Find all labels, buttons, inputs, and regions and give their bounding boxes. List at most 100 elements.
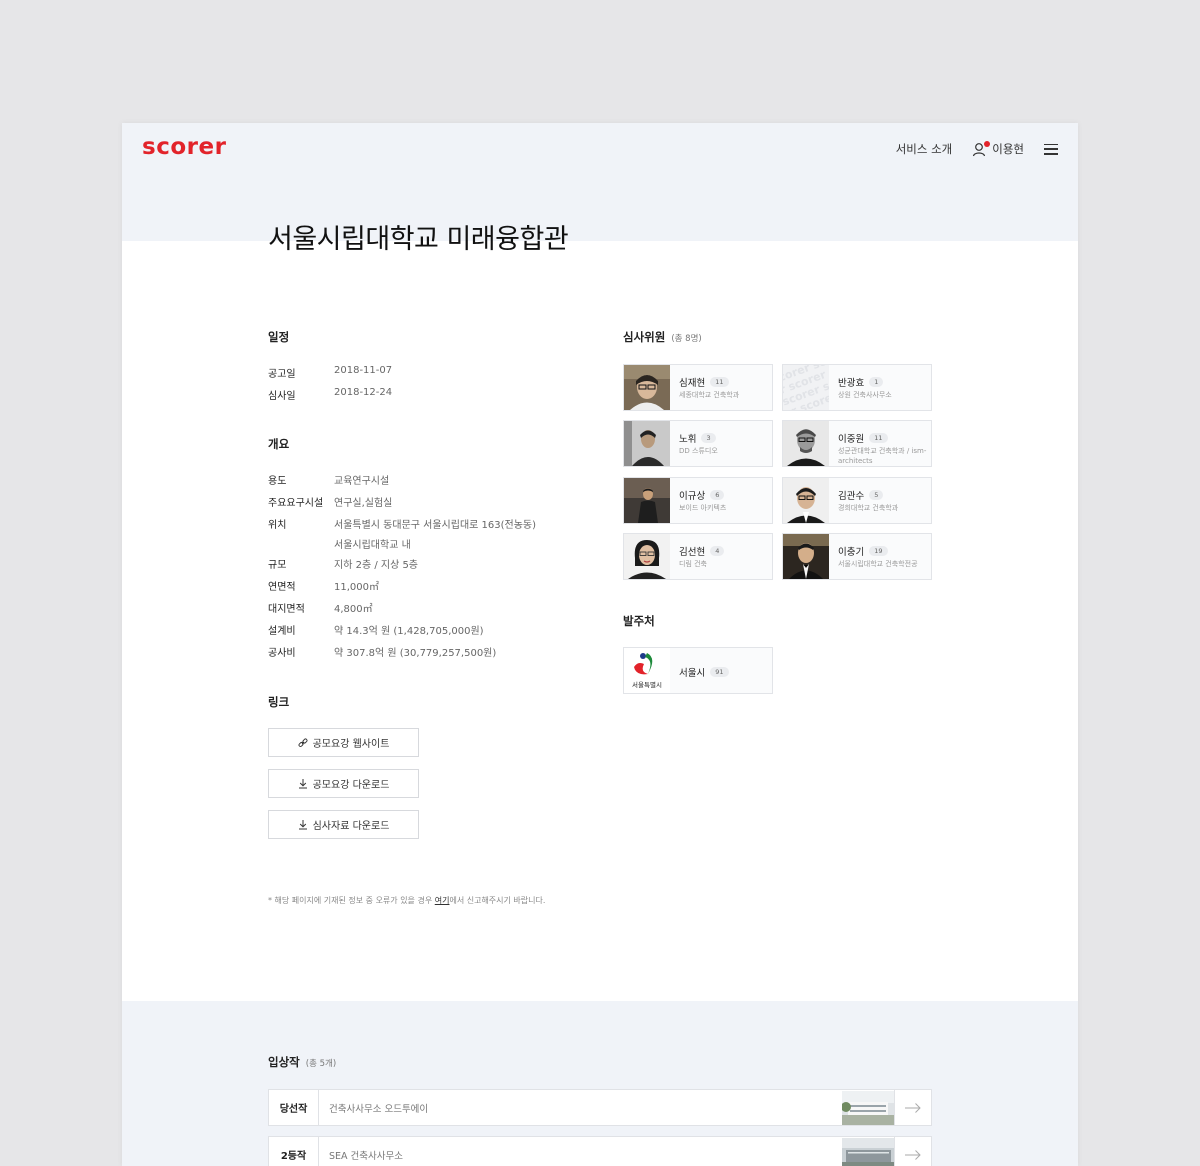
page-frame: scorer 서비스 소개 이용현 서울시립대학교 미래융합관 일정 공고일 2… xyxy=(122,123,1078,1166)
schedule-label: 공고일 xyxy=(268,369,296,380)
design-fee-label: 설계비 xyxy=(268,626,296,637)
jury-heading-label: 심사위원 xyxy=(623,330,666,344)
arrow-right-icon[interactable] xyxy=(894,1137,931,1166)
juror-name: 김선현 xyxy=(679,547,706,558)
juror-name-wrap: 이규상 6 xyxy=(679,488,725,502)
notification-dot xyxy=(984,140,991,147)
overview-row: 대지면적 4,800㎡ xyxy=(268,600,373,615)
report-link[interactable]: 여기 xyxy=(435,896,450,905)
links-heading: 링크 xyxy=(268,695,290,709)
juror-affiliation: 세종대학교 건축학과 xyxy=(679,391,740,399)
juror-photo xyxy=(624,365,670,410)
client-name-wrap: 서울시 91 xyxy=(679,665,729,679)
juror-name-wrap: 이충기 19 xyxy=(838,544,888,558)
scorer-logo[interactable]: scorer xyxy=(142,134,226,160)
jury-card[interactable]: 이충기 19 서울시립대학교 건축학전공 xyxy=(782,533,932,580)
juror-affiliation: 경희대학교 건축학과 xyxy=(838,504,899,512)
award-office: 건축사사무소 오드투에이 xyxy=(329,1104,429,1115)
location-value: 서울특별시 동대문구 서울시립대로 163(전농동) 서울시립대학교 내 xyxy=(334,516,536,551)
juror-name: 반광효 xyxy=(838,378,865,389)
download-review-label: 심사자료 다운로드 xyxy=(312,821,390,832)
scale-value: 지하 2층 / 지상 5층 xyxy=(334,560,419,571)
juror-name: 심재현 xyxy=(679,378,706,389)
juror-photo xyxy=(783,478,829,523)
award-row[interactable]: 당선작 건축사사무소 오드투에이 xyxy=(268,1089,932,1126)
notice-text: * 해당 페이지에 기재된 정보 중 오류가 있을 경우 xyxy=(268,896,435,905)
juror-name: 이충기 xyxy=(838,547,865,558)
jury-card[interactable]: 김관수 5 경희대학교 건축학과 xyxy=(782,477,932,524)
jury-card[interactable]: 김선현 4 디림 건축 xyxy=(623,533,773,580)
overview-row: 주요요구시설 연구실,실험실 xyxy=(268,494,392,509)
awards-total: (총 5개) xyxy=(305,1059,337,1069)
client-card[interactable]: 서울특별시 서울시 91 xyxy=(623,647,773,694)
juror-affiliation: DD 스튜디오 xyxy=(679,447,718,455)
use-value: 교육연구시설 xyxy=(334,476,390,487)
jury-card[interactable]: scorer scoer scorerscorer screr score 반광… xyxy=(782,364,932,411)
juror-name-wrap: 심재현 11 xyxy=(679,375,729,389)
juror-name-wrap: 이중원 11 xyxy=(838,431,888,445)
overview-row: 공사비 약 307.8억 원 (30,779,257,500원) xyxy=(268,644,496,659)
download-icon xyxy=(298,778,308,789)
jury-card[interactable]: 이규상 6 보이드 아키텍츠 xyxy=(623,477,773,524)
hamburger-menu-icon[interactable] xyxy=(1044,143,1058,155)
awards-heading-label: 입상작 xyxy=(268,1055,300,1069)
guide-website-button[interactable]: 공모요강 웹사이트 xyxy=(268,728,419,757)
overview-heading: 개요 xyxy=(268,437,290,451)
award-thumbnail xyxy=(842,1138,895,1166)
download-guide-label: 공모요강 다운로드 xyxy=(312,780,390,791)
juror-photo xyxy=(624,421,670,466)
scale-label: 규모 xyxy=(268,560,287,571)
notice-text-end: 에서 신고해주시기 바랍니다. xyxy=(449,896,546,905)
juror-count-badge: 11 xyxy=(869,433,888,443)
juror-name: 김관수 xyxy=(838,491,865,502)
location-label: 위치 xyxy=(268,520,287,531)
download-review-button[interactable]: 심사자료 다운로드 xyxy=(268,810,419,839)
award-office: SEA 건축사사무소 xyxy=(329,1151,403,1162)
juror-count-badge: 6 xyxy=(710,490,725,500)
juror-affiliation: 서울시립대학교 건축학전공 xyxy=(838,560,918,568)
juror-photo xyxy=(783,534,829,579)
schedule-value: 2018-12-24 xyxy=(334,387,393,398)
juror-name-wrap: 김관수 5 xyxy=(838,488,884,502)
location-line2: 서울시립대학교 내 xyxy=(334,540,411,551)
jury-total: (총 8명) xyxy=(671,334,702,344)
guide-website-label: 공모요강 웹사이트 xyxy=(312,739,390,750)
overview-row: 설계비 약 14.3억 원 (1,428,705,000원) xyxy=(268,622,484,637)
juror-name: 노휘 xyxy=(679,434,697,445)
location-line1: 서울특별시 동대문구 서울시립대로 163(전농동) xyxy=(334,520,537,531)
user-menu[interactable]: 이용현 xyxy=(972,140,1024,157)
schedule-label: 심사일 xyxy=(268,391,296,402)
schedule-row: 심사일 2018-12-24 xyxy=(268,387,392,402)
award-row[interactable]: 2등작 SEA 건축사사무소 xyxy=(268,1136,932,1166)
download-icon xyxy=(298,819,308,830)
floor-area-label: 연면적 xyxy=(268,582,296,593)
client-count-badge: 91 xyxy=(710,667,729,677)
download-guide-button[interactable]: 공모요강 다운로드 xyxy=(268,769,419,798)
juror-count-badge: 1 xyxy=(869,377,884,387)
link-icon xyxy=(298,738,308,748)
jury-card[interactable]: 심재현 11 세종대학교 건축학과 xyxy=(623,364,773,411)
juror-name-wrap: 김선현 4 xyxy=(679,544,725,558)
juror-name: 이중원 xyxy=(838,434,865,445)
juror-photo xyxy=(624,478,670,523)
jury-heading: 심사위원 (총 8명) xyxy=(623,329,702,345)
overview-row: 규모 지하 2층 / 지상 5층 xyxy=(268,556,418,571)
design-fee-value: 약 14.3억 원 (1,428,705,000원) xyxy=(334,626,484,637)
site-area-value: 4,800㎡ xyxy=(334,604,373,615)
seoul-logo-text: 서울특별시 xyxy=(632,681,662,689)
award-thumbnail xyxy=(842,1091,895,1125)
nav-service-link[interactable]: 서비스 소개 xyxy=(896,141,953,157)
jury-card[interactable]: 노휘 3 DD 스튜디오 xyxy=(623,420,773,467)
client-heading: 발주처 xyxy=(623,614,655,628)
arrow-right-icon[interactable] xyxy=(894,1090,931,1125)
construction-cost-value: 약 307.8억 원 (30,779,257,500원) xyxy=(334,648,497,659)
overview-row: 위치 서울특별시 동대문구 서울시립대로 163(전농동) 서울시립대학교 내 xyxy=(268,516,536,551)
overview-row: 연면적 11,000㎡ xyxy=(268,578,379,593)
juror-affiliation: 보이드 아키텍츠 xyxy=(679,504,727,512)
user-icon xyxy=(972,140,991,157)
jury-card[interactable]: 이중원 11 성균관대학교 건축학과 / ism-architects xyxy=(782,420,932,467)
juror-affiliation: 성균관대학교 건축학과 / ism-architects xyxy=(838,447,927,465)
overview-row: 용도 교육연구시설 xyxy=(268,472,389,487)
award-rank: 2등작 xyxy=(269,1137,319,1166)
juror-count-badge: 3 xyxy=(701,433,716,443)
